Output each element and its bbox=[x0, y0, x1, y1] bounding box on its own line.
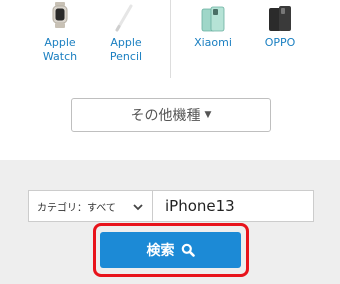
more-models-button[interactable]: その他機種 ▼ bbox=[71, 98, 271, 132]
search-icon bbox=[181, 243, 195, 257]
search-panel: カテゴリ：すべて 検索 bbox=[0, 160, 340, 284]
brand-label-line2: Watch bbox=[42, 50, 78, 63]
search-button-label: 検索 bbox=[146, 243, 175, 259]
brand-item-oppo[interactable]: OPPO bbox=[250, 0, 310, 50]
more-models-label: その他機種 bbox=[130, 108, 201, 124]
xiaomi-phone-icon bbox=[183, 0, 243, 36]
brand-item-apple-pencil[interactable]: Apple Pencil bbox=[96, 0, 156, 64]
chevron-down-icon bbox=[132, 201, 144, 213]
oppo-phone-icon bbox=[250, 0, 310, 36]
category-select-label: カテゴリ：すべて bbox=[37, 202, 116, 214]
apple-watch-icon bbox=[30, 0, 90, 36]
brand-label-line1: Apple bbox=[44, 36, 76, 49]
search-input[interactable] bbox=[152, 190, 314, 222]
brand-label: OPPO bbox=[264, 36, 296, 49]
brand-list: Apple Watch Apple Pencil Xiaomi OPPO bbox=[0, 0, 340, 84]
search-button[interactable]: 検索 bbox=[100, 232, 241, 268]
caret-down-icon: ▼ bbox=[204, 110, 212, 120]
brand-divider bbox=[170, 0, 171, 78]
category-select[interactable]: カテゴリ：すべて bbox=[28, 190, 152, 222]
brand-item-xiaomi[interactable]: Xiaomi bbox=[183, 0, 243, 50]
apple-pencil-icon bbox=[96, 0, 156, 36]
brand-item-apple-watch[interactable]: Apple Watch bbox=[30, 0, 90, 64]
brand-label: Xiaomi bbox=[194, 36, 232, 49]
brand-label-line2: Pencil bbox=[109, 50, 143, 63]
brand-label-line1: Apple bbox=[110, 36, 142, 49]
